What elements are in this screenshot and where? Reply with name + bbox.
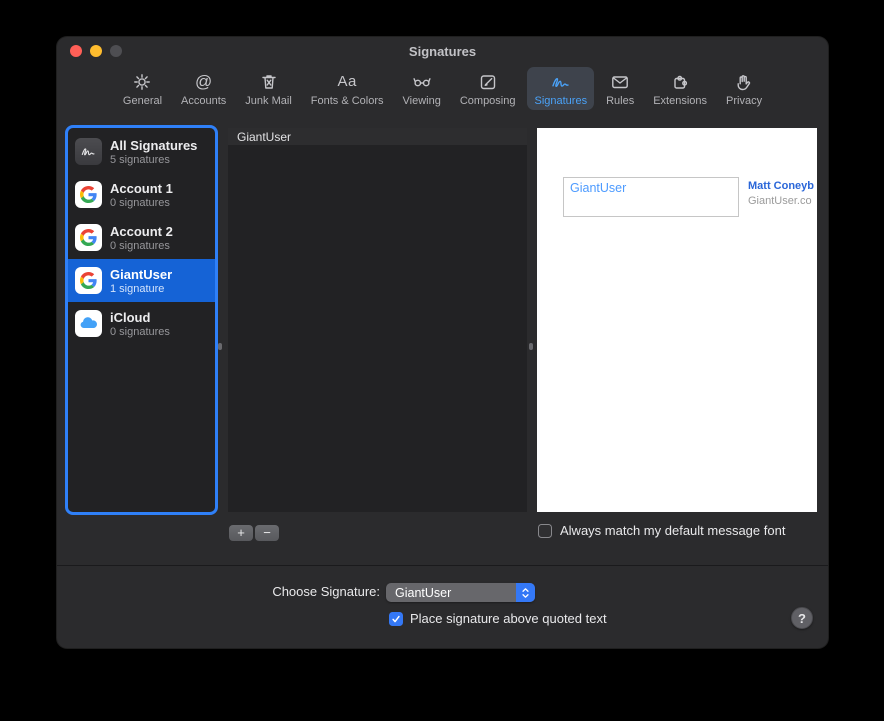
place-above-checkbox[interactable] [389, 612, 403, 626]
sidebar-item-giantuser[interactable]: GiantUser 1 signature [68, 259, 215, 302]
tab-label: Extensions [653, 95, 707, 107]
google-icon [75, 224, 102, 251]
tab-label: Junk Mail [245, 95, 291, 107]
compose-icon [477, 71, 499, 93]
signature-name: GiantUser [237, 130, 291, 144]
sidebar-item-account-2[interactable]: Account 2 0 signatures [68, 216, 215, 259]
account-title: All Signatures [110, 138, 197, 153]
accounts-list: All Signatures 5 signatures Account 1 0 … [65, 125, 218, 515]
rules-envelope-icon [609, 71, 631, 93]
preferences-toolbar: General @ Accounts Junk Mail Aa Fonts & … [57, 65, 828, 118]
signature-add-remove: + − [229, 525, 279, 541]
tab-extensions[interactable]: Extensions [646, 67, 714, 110]
signature-row[interactable]: GiantUser [228, 128, 527, 145]
signature-edit-box[interactable]: GiantUser [563, 177, 739, 217]
add-signature-button[interactable]: + [229, 525, 253, 541]
choose-signature-popup[interactable]: GiantUser [386, 583, 535, 602]
sidebar-item-account-1[interactable]: Account 1 0 signatures [68, 173, 215, 216]
account-title: iCloud [110, 310, 170, 325]
remove-signature-button[interactable]: − [255, 525, 279, 541]
tab-signatures[interactable]: Signatures [527, 67, 594, 110]
tab-label: Fonts & Colors [311, 95, 384, 107]
chevron-up-down-icon [516, 583, 535, 602]
sidebar-item-all-signatures[interactable]: All Signatures 5 signatures [68, 130, 215, 173]
account-subtitle: 0 signatures [110, 240, 173, 252]
popup-value: GiantUser [395, 586, 451, 600]
place-above-label: Place signature above quoted text [410, 611, 607, 626]
match-font-checkbox[interactable] [538, 524, 552, 538]
signature-icon [550, 71, 572, 93]
tab-label: Rules [606, 95, 634, 107]
help-button[interactable]: ? [791, 607, 813, 629]
icloud-icon [75, 310, 102, 337]
account-title: GiantUser [110, 267, 172, 282]
tab-label: General [123, 95, 162, 107]
account-title: Account 1 [110, 181, 173, 196]
trash-icon [258, 71, 280, 93]
tab-label: Composing [460, 95, 516, 107]
signature-icon [75, 138, 102, 165]
choose-signature-label: Choose Signature: [57, 584, 380, 599]
match-font-option: Always match my default message font [538, 523, 785, 538]
signature-list: GiantUser [228, 128, 527, 512]
google-icon [75, 181, 102, 208]
tab-label: Accounts [181, 95, 226, 107]
tab-junk-mail[interactable]: Junk Mail [238, 67, 298, 110]
tab-rules[interactable]: Rules [599, 67, 641, 110]
titlebar: Signatures [57, 37, 828, 65]
hand-icon [733, 71, 755, 93]
tab-composing[interactable]: Composing [453, 67, 523, 110]
contact-name: Matt Coneyb [748, 180, 817, 192]
account-title: Account 2 [110, 224, 173, 239]
contact-preview: Matt Coneyb GiantUser.co [748, 180, 817, 207]
sidebar-item-icloud[interactable]: iCloud 0 signatures [68, 302, 215, 345]
pane-splitter-handle[interactable] [218, 343, 222, 350]
account-subtitle: 5 signatures [110, 154, 197, 166]
account-subtitle: 0 signatures [110, 326, 170, 338]
google-icon [75, 267, 102, 294]
account-subtitle: 1 signature [110, 283, 172, 295]
tab-accounts[interactable]: @ Accounts [174, 67, 233, 110]
at-icon: @ [195, 71, 212, 93]
tab-label: Signatures [534, 95, 587, 107]
fonts-icon: Aa [337, 71, 356, 93]
tab-label: Viewing [403, 95, 441, 107]
mail-preferences-window: Signatures General @ Accounts Junk Mail … [57, 37, 828, 648]
signature-preview: GiantUser Matt Coneyb GiantUser.co [537, 128, 817, 512]
bottom-divider [57, 565, 828, 566]
tab-fonts-colors[interactable]: Aa Fonts & Colors [304, 67, 391, 110]
tab-label: Privacy [726, 95, 762, 107]
tab-general[interactable]: General [116, 67, 169, 110]
contact-domain: GiantUser.co [748, 195, 817, 207]
account-subtitle: 0 signatures [110, 197, 173, 209]
place-signature-option: Place signature above quoted text [389, 611, 607, 626]
tab-viewing[interactable]: Viewing [396, 67, 448, 110]
signature-text: GiantUser [570, 181, 626, 195]
match-font-label: Always match my default message font [560, 523, 785, 538]
window-title: Signatures [57, 37, 828, 65]
tab-privacy[interactable]: Privacy [719, 67, 769, 110]
pane-splitter-handle[interactable] [529, 343, 533, 350]
checkmark-icon [391, 614, 401, 624]
puzzle-icon [669, 71, 691, 93]
gear-icon [131, 71, 153, 93]
glasses-icon [411, 71, 433, 93]
